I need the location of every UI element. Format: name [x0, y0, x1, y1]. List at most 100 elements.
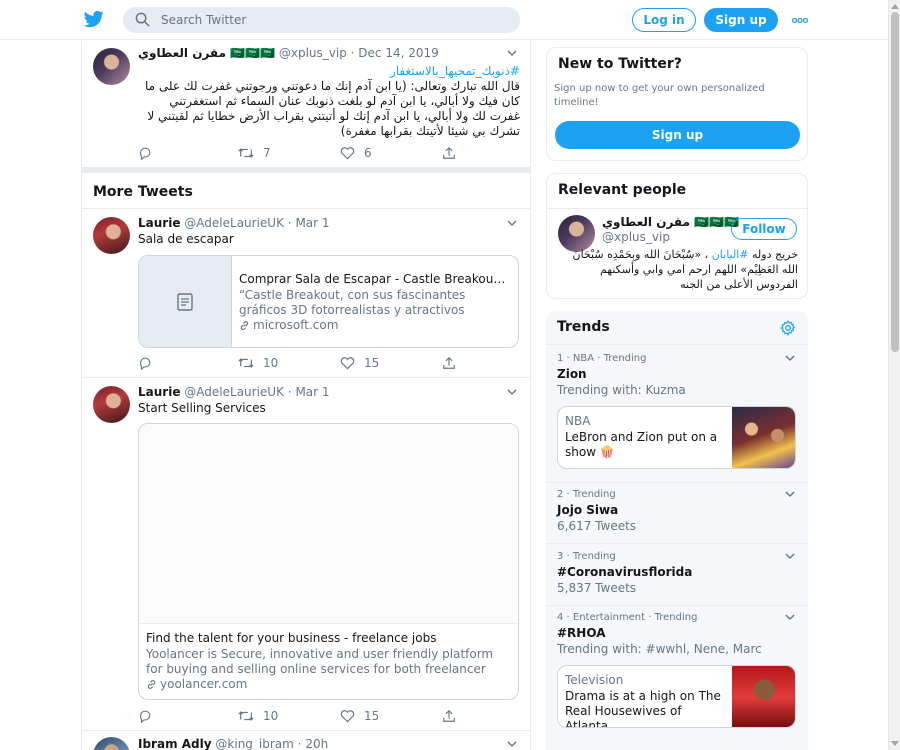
tweet-header: Ibram Adly @king_ibram · 20h	[138, 737, 329, 750]
news-category: NBA	[565, 414, 591, 428]
bio-hashtag[interactable]: #اليابان	[712, 248, 749, 261]
search-input[interactable]	[161, 9, 501, 31]
divider	[546, 543, 808, 544]
tweet-author-name[interactable]: Laurie	[138, 385, 180, 399]
more-tweets-heading: More Tweets	[93, 184, 193, 200]
like-count: 6	[364, 146, 372, 160]
reply-button[interactable]	[138, 708, 152, 724]
chevron-down-icon[interactable]	[507, 389, 517, 395]
person-handle[interactable]: @xplus_vip	[602, 230, 670, 244]
tweet[interactable]: Laurie @AdeleLaurieUK · Mar 1 Sala de es…	[82, 209, 530, 378]
gear-icon[interactable]	[780, 320, 796, 336]
tweet[interactable]: Laurie @AdeleLaurieUK · Mar 1 Start Sell…	[82, 378, 530, 731]
tweet-text: Start Selling Services	[138, 401, 266, 415]
chevron-down-icon[interactable]	[785, 355, 795, 361]
trend-name[interactable]: Zion	[557, 367, 587, 381]
top-bar: Log in Sign up	[0, 0, 888, 40]
retweet-button[interactable]: 7	[238, 145, 271, 161]
tweet[interactable]: Ibram Adly @king_ibram · 20h	[82, 731, 530, 750]
avatar[interactable]	[93, 737, 130, 750]
chevron-down-icon[interactable]	[785, 553, 795, 559]
share-button[interactable]	[442, 355, 456, 371]
tweet-author-name[interactable]: مقرن العطاوي 🇸🇦🇸🇦🇸🇦	[138, 46, 275, 60]
twitter-bird-icon[interactable]	[83, 9, 105, 29]
panel-title: Relevant people	[558, 182, 687, 198]
retweet-button[interactable]: 10	[238, 355, 278, 371]
reply-icon	[139, 710, 151, 723]
signup-button[interactable]: Sign up	[704, 8, 778, 32]
tweet-text: Sala de escapar	[138, 232, 234, 246]
chevron-down-icon[interactable]	[507, 50, 517, 56]
trend-meta: 2 · Trending	[557, 489, 616, 500]
like-button[interactable]: 6	[340, 145, 372, 161]
tweet-handle[interactable]: @AdeleLaurieUK	[184, 216, 284, 230]
tweet-hashtag[interactable]: #ذنوبك_تمحيها_بالاستغفار	[138, 64, 520, 79]
person-name[interactable]: مقرن العطاوي 🇸🇦🇸🇦🇸🇦	[602, 215, 739, 229]
news-headline: Drama is at a high on The Real Housewive…	[565, 689, 721, 728]
share-button[interactable]	[442, 708, 456, 724]
trend-item[interactable]: 4 · Entertainment · Trending #RHOA Trend…	[557, 612, 797, 656]
retweet-button[interactable]: 10	[238, 708, 278, 724]
tweet-date[interactable]: Mar 1	[295, 216, 329, 230]
trend-context: Trending with: Kuzma	[557, 383, 686, 397]
trend-context: 5,837 Tweets	[557, 581, 637, 595]
heart-icon	[340, 147, 355, 160]
share-button[interactable]	[442, 145, 456, 161]
trend-item[interactable]: 2 · Trending Jojo Siwa 6,617 Tweets	[557, 489, 797, 533]
tweet-header: مقرن العطاوي 🇸🇦🇸🇦🇸🇦 @xplus_vip · Dec 14,…	[138, 46, 439, 60]
avatar[interactable]	[93, 217, 130, 254]
tweet-body: قال الله تبارك وتعالى: (يا ابن آدم إنك م…	[144, 79, 520, 138]
timeline-column: مقرن العطاوي 🇸🇦🇸🇦🇸🇦 @xplus_vip · Dec 14,…	[81, 41, 531, 750]
tweet-date[interactable]: Mar 1	[295, 385, 329, 399]
document-icon	[177, 293, 193, 311]
more-dots-icon[interactable]	[792, 18, 808, 23]
person-bio: خريج دوله #اليابان ، «سُبْحَانَ الله وبِ…	[572, 248, 799, 291]
chevron-down-icon[interactable]	[785, 491, 795, 497]
reply-button[interactable]	[138, 145, 152, 161]
tweet-handle[interactable]: @king_ibram	[215, 737, 293, 750]
tweet-author-name[interactable]: Laurie	[138, 216, 180, 230]
sidebar-signup-button[interactable]: Sign up	[555, 121, 800, 149]
focused-tweet[interactable]: مقرن العطاوي 🇸🇦🇸🇦🇸🇦 @xplus_vip · Dec 14,…	[82, 41, 530, 167]
retweet-count: 10	[263, 709, 279, 723]
tweet-date[interactable]: Dec 14, 2019	[358, 46, 438, 60]
link-card[interactable]: Find the talent for your business - free…	[138, 423, 519, 700]
heart-icon	[340, 710, 355, 723]
chevron-down-icon[interactable]	[507, 741, 517, 747]
card-title: Comprar Sala de Escapar - Castle Breakou…	[239, 272, 509, 286]
panel-title: New to Twitter?	[558, 56, 682, 72]
trend-item[interactable]: 1 · NBA · Trending Zion Trending with: K…	[557, 353, 797, 397]
avatar[interactable]	[93, 48, 130, 85]
scrollbar-thumb[interactable]	[891, 12, 899, 352]
panel-subtitle: Sign up now to get your own personalized…	[554, 83, 765, 108]
reply-button[interactable]	[138, 355, 152, 371]
trends-panel: Trends 1 · NBA · Trending Zion Trending …	[546, 311, 808, 750]
like-button[interactable]: 15	[340, 355, 379, 371]
scroll-up-arrow-icon[interactable]	[891, 4, 899, 9]
tweet-handle[interactable]: @AdeleLaurieUK	[184, 385, 284, 399]
trend-news-card[interactable]: NBA LeBron and Zion put on a show 🍿	[557, 406, 796, 469]
trend-name[interactable]: #Coronavirusflorida	[557, 565, 692, 579]
tweet-handle[interactable]: @xplus_vip	[279, 46, 347, 60]
section-divider	[82, 167, 530, 173]
search-box[interactable]	[123, 7, 520, 33]
chevron-down-icon[interactable]	[507, 220, 517, 226]
avatar[interactable]	[93, 386, 130, 423]
like-button[interactable]: 15	[340, 708, 379, 724]
reply-icon	[139, 357, 151, 370]
login-button[interactable]: Log in	[632, 8, 696, 32]
divider	[547, 208, 807, 209]
tweet-date[interactable]: 20h	[305, 737, 328, 750]
trend-news-card[interactable]: Television Drama is at a high on The Rea…	[557, 665, 796, 728]
scroll-down-arrow-icon[interactable]	[891, 741, 899, 746]
card-image	[139, 424, 518, 624]
chevron-down-icon[interactable]	[785, 614, 795, 620]
trend-name[interactable]: #RHOA	[557, 626, 606, 640]
retweet-icon	[238, 358, 254, 368]
page-scrollbar[interactable]	[888, 0, 900, 750]
tweet-author-name[interactable]: Ibram Adly	[138, 737, 212, 750]
trend-item[interactable]: 3 · Trending #Coronavirusflorida 5,837 T…	[557, 551, 797, 595]
trend-name[interactable]: Jojo Siwa	[557, 503, 618, 517]
link-card[interactable]: Comprar Sala de Escapar - Castle Breakou…	[138, 255, 519, 348]
follow-button[interactable]: Follow	[731, 218, 797, 240]
